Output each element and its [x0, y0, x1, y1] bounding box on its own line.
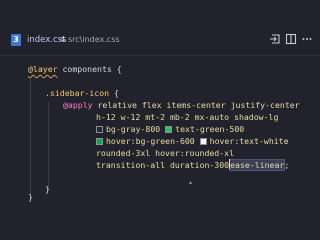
statement-semicolon: ; — [284, 160, 290, 170]
code-line-transition: transition-all duration-300ease-linear; — [96, 159, 289, 171]
code-line-layer: @layer components { — [28, 63, 122, 75]
color-swatch-green-500[interactable] — [165, 126, 173, 133]
code-line-hover: hover:bg-green-600 hover:text-white — [96, 135, 289, 147]
css-file-icon: 3 — [11, 34, 21, 46]
selector-brace: { — [109, 88, 119, 98]
closing-brace-selector: } — [45, 184, 50, 194]
indent-guide — [48, 102, 49, 190]
editor-tab-bar: 3 index.css 4 src\index.css — [0, 26, 320, 56]
text-caret — [229, 159, 231, 169]
selected-word-ease-linear: ease-linear — [229, 159, 286, 171]
apply-keyword: @apply — [63, 100, 93, 110]
color-swatch-white[interactable] — [199, 138, 207, 145]
mouse-cursor-icon: ▴ — [189, 179, 193, 186]
class-bg-gray-800: bg-gray-800 — [106, 124, 161, 134]
more-actions-icon[interactable] — [300, 32, 314, 46]
closing-brace-layer: } — [28, 192, 33, 202]
class-hover-bg-green-600: hover:bg-green-600 — [106, 136, 195, 146]
code-line-colors: bg-gray-800 text-green-500 — [96, 123, 244, 135]
code-line-apply: @apply relative flex items-center justif… — [63, 99, 300, 111]
tab-file-path: src\index.css — [68, 35, 120, 44]
apply-classes: relative flex items-center justify-cente… — [92, 100, 300, 110]
code-editor: 3 index.css 4 src\index.css @layer compo… — [0, 0, 320, 240]
color-swatch-green-600[interactable] — [96, 138, 103, 145]
color-swatch-gray-800[interactable] — [96, 126, 103, 133]
indent-guide — [30, 78, 31, 202]
split-editor-icon[interactable] — [284, 32, 298, 46]
layer-keyword: @layer — [28, 64, 58, 74]
class-transition: transition-all duration-300 — [96, 160, 230, 170]
code-line-selector: .sidebar-icon { — [45, 87, 119, 99]
tab-divider — [0, 55, 320, 56]
problem-count-badge: 4 — [60, 35, 66, 44]
code-line-rounded: rounded-3xl hover:rounded-xl — [96, 148, 235, 158]
layer-name: components { — [57, 64, 122, 74]
code-area[interactable]: @layer components { .sidebar-icon { @app… — [0, 58, 320, 240]
class-hover-text-white: hover:text-white — [209, 136, 289, 146]
code-line-sizing: h-12 w-12 mt-2 mb-2 mx-auto shadow-lg — [96, 112, 279, 122]
open-changes-icon[interactable] — [268, 32, 282, 46]
selector-sidebar-icon: .sidebar-icon — [45, 88, 110, 98]
class-text-green-500: text-green-500 — [175, 124, 245, 134]
